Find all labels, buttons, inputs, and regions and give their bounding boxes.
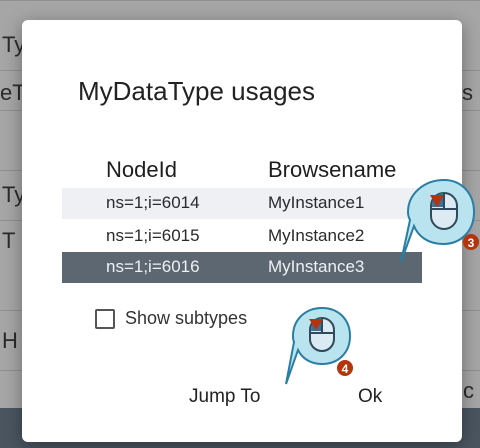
table-row[interactable]: ns=1;i=6014 MyInstance1 [62,188,422,219]
background-text: s [462,80,473,105]
table-row-selected[interactable]: ns=1;i=6016 MyInstance3 [62,252,422,283]
table-row[interactable]: ns=1;i=6015 MyInstance2 [62,221,422,252]
background-text: T [2,228,16,253]
cell-nodeid: ns=1;i=6015 [106,226,200,245]
step-number: 4 [342,362,349,376]
mouse-click-icon [430,192,458,230]
show-subtypes-label[interactable]: Show subtypes [125,308,247,329]
step-number: 3 [468,236,475,250]
cell-nodeid: ns=1;i=6016 [106,257,200,276]
background-text: c [463,378,474,403]
dialog-title: MyDataType usages [78,76,316,106]
column-header-nodeid[interactable]: NodeId [106,157,177,183]
background-text: H [2,328,18,353]
mouse-click-icon [309,317,335,352]
cell-nodeid: ns=1;i=6014 [106,193,200,212]
usages-dialog: MyDataType usages NodeId Browsename ns=1… [22,20,462,442]
cell-browsename: MyInstance1 [268,193,365,212]
show-subtypes-checkbox[interactable] [95,309,115,329]
click-marker: 4 [285,306,353,385]
cell-browsename: MyInstance2 [268,226,365,245]
click-marker: 3 [400,178,479,263]
cell-browsename: MyInstance3 [268,257,365,276]
column-header-browsename[interactable]: Browsename [268,157,396,183]
jump-to-button[interactable]: Jump To [189,386,260,408]
ok-button[interactable]: Ok [358,386,382,408]
